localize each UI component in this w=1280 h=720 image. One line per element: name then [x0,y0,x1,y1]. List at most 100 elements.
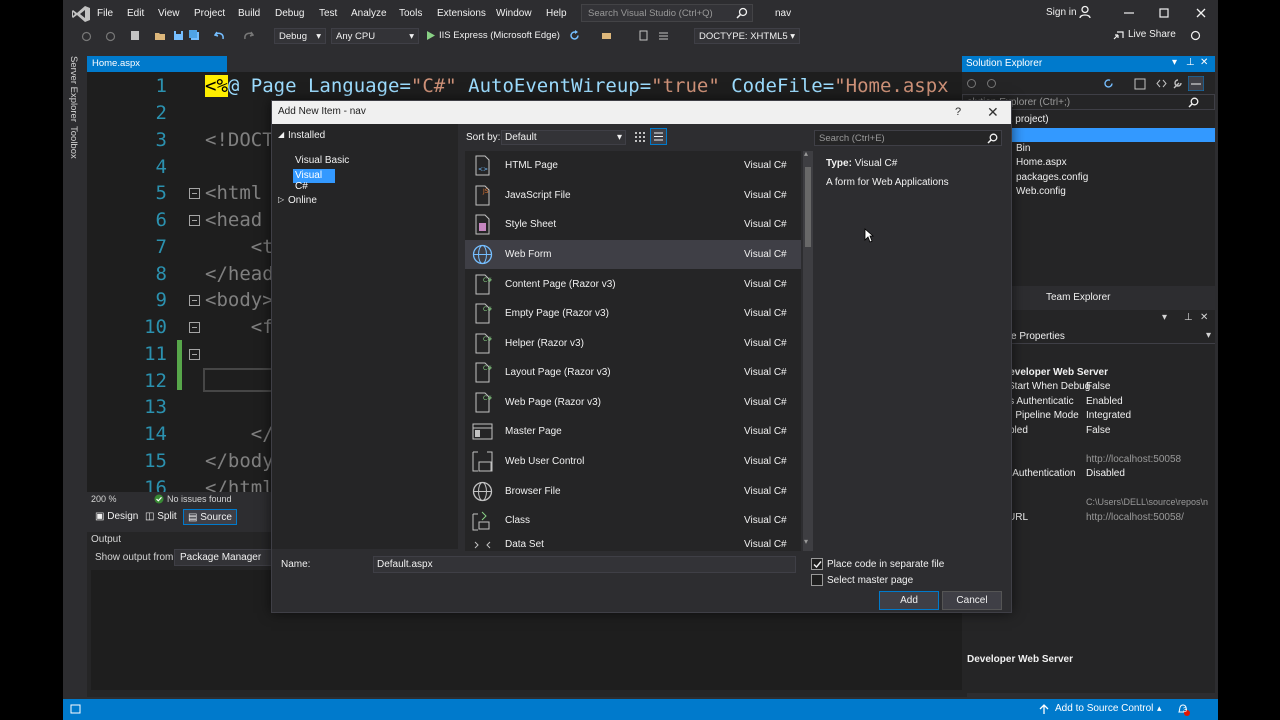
format-icon[interactable] [658,30,669,41]
maximize-icon[interactable] [1157,6,1171,20]
issues-status[interactable]: No issues found [167,494,232,504]
property-value[interactable]: Disabled [1086,468,1125,479]
fold-toggle-icon[interactable] [189,188,200,199]
window-state-icon[interactable] [69,704,81,715]
doctype-select[interactable]: DOCTYPE: XHTML5 ▾ [694,28,800,44]
template-web-page-razor[interactable]: C# Web Page (Razor v3) Visual C# [465,388,801,417]
account-icon[interactable] [1079,5,1093,19]
refresh-icon[interactable] [569,30,580,41]
menu-extensions[interactable]: Extensions [437,8,486,19]
menu-debug[interactable]: Debug [275,8,304,19]
back-icon[interactable] [966,78,977,89]
document-icon[interactable] [638,30,649,41]
expanded-arrow-icon[interactable]: ◢ [278,130,284,139]
template-empty-page-razor[interactable]: C# Empty Page (Razor v3) Visual C# [465,299,801,328]
tree-visual-basic[interactable]: Visual Basic [295,155,349,166]
forward-icon[interactable] [986,78,997,89]
dialog-help-button[interactable]: ? [955,106,961,118]
property-value[interactable]: False [1086,425,1110,436]
list-view-icon[interactable] [650,128,667,145]
scroll-up-icon[interactable]: ▴ [804,149,808,158]
search-input[interactable]: Search Visual Studio (Ctrl+Q) [581,4,753,22]
save-all-icon[interactable] [189,30,200,41]
browser-link-icon[interactable] [601,30,612,41]
menu-test[interactable]: Test [319,8,337,19]
close-icon[interactable]: ✕ [1200,312,1208,323]
pin-icon[interactable]: ⊥ [1186,57,1195,68]
menu-project[interactable]: Project [194,8,225,19]
cancel-button[interactable]: Cancel [942,591,1002,610]
document-tab-home-aspx[interactable]: Home.aspx [87,56,227,72]
refresh-icon[interactable] [1103,78,1114,89]
output-source-select[interactable]: Package Manager [174,549,274,566]
save-icon[interactable] [173,30,184,41]
zoom-level[interactable]: 200 % [91,494,117,504]
template-class[interactable]: Class Visual C# [465,506,801,535]
live-share-button[interactable]: Live Share [1128,29,1176,40]
template-helper-razor[interactable]: C# Helper (Razor v3) Visual C# [465,329,801,358]
select-master-page-label[interactable]: Select master page [827,575,913,586]
close-icon[interactable]: ✕ [1200,57,1208,68]
tree-installed[interactable]: Installed [288,130,325,141]
split-view-tab[interactable]: ◫ Split [141,509,181,525]
undo-icon[interactable] [214,30,225,41]
template-style-sheet[interactable]: Style Sheet Visual C# [465,210,801,239]
template-search-input[interactable]: Search (Ctrl+E) [814,130,1002,146]
place-code-label[interactable]: Place code in separate file [827,559,944,570]
run-target-button[interactable]: IIS Express (Microsoft Edge) [439,30,560,41]
property-value[interactable]: False [1086,381,1110,392]
menu-window[interactable]: Window [496,8,532,19]
view-code-icon[interactable] [1156,78,1167,89]
play-icon[interactable] [425,30,436,41]
grid-view-icon[interactable] [633,130,646,143]
show-all-files-icon[interactable] [1134,78,1146,90]
fold-toggle-icon[interactable] [189,215,200,226]
tree-item-bin[interactable]: Bin [1016,143,1030,154]
close-window-icon[interactable] [1194,6,1208,20]
forward-icon[interactable] [105,31,116,42]
property-value[interactable]: Integrated [1086,410,1131,421]
new-project-icon[interactable] [130,30,141,41]
properties-wrench-icon[interactable] [1172,78,1183,89]
property-value[interactable]: http://localhost:50058/ [1086,512,1184,523]
menu-analyze[interactable]: Analyze [351,8,387,19]
property-value[interactable]: http://localhost:50058 [1086,454,1181,465]
menu-edit[interactable]: Edit [127,8,144,19]
fold-toggle-icon[interactable] [189,322,200,333]
property-value[interactable]: C:\Users\DELL\source\repos\n [1086,497,1208,507]
redo-icon[interactable] [243,30,254,41]
menu-file[interactable]: File [97,8,113,19]
fold-toggle-icon[interactable] [189,295,200,306]
template-master-page[interactable]: Master Page Visual C# [465,417,801,446]
scrollbar-thumb[interactable] [805,167,811,247]
tab-team-explorer[interactable]: Team Explorer [1046,292,1110,303]
tree-visual-csharp[interactable]: Visual C# [293,169,335,192]
sort-by-select[interactable]: Default ▾ [501,130,626,145]
place-code-checkbox[interactable] [811,558,823,570]
back-icon[interactable] [81,31,92,42]
toolbox-tab[interactable]: Toolbox [68,126,79,159]
template-web-user-control[interactable]: Web User Control Visual C# [465,447,801,476]
menu-view[interactable]: View [158,8,180,19]
platform-select[interactable]: Any CPU ▾ [331,28,419,44]
fold-toggle-icon[interactable] [189,349,200,360]
feedback-icon[interactable] [1190,30,1201,41]
select-master-page-checkbox[interactable] [811,574,823,586]
sign-in-link[interactable]: Sign in [1046,7,1077,18]
tree-online[interactable]: Online [288,195,317,206]
dropdown-icon[interactable]: ▾ [1172,57,1177,68]
dialog-close-icon[interactable]: ✕ [987,104,999,121]
template-web-form[interactable]: Web Form Visual C# [465,240,801,269]
minimize-icon[interactable] [1122,6,1136,20]
template-layout-page-razor[interactable]: C# Layout Page (Razor v3) Visual C# [465,358,801,387]
add-to-source-control-button[interactable]: Add to Source Control [1055,703,1153,714]
add-button[interactable]: Add [879,591,939,610]
scroll-down-icon[interactable]: ▾ [804,537,808,546]
property-value[interactable]: Enabled [1086,396,1123,407]
tree-item-home-aspx[interactable]: Home.aspx [1016,157,1067,168]
design-view-tab[interactable]: ▣ Design [91,509,142,525]
collapsed-arrow-icon[interactable]: ▷ [278,195,284,204]
preview-icon[interactable] [1188,76,1204,91]
template-list-scrollbar[interactable]: ▴ ▾ [803,149,813,551]
template-browser-file[interactable]: Browser File Visual C# [465,477,801,506]
